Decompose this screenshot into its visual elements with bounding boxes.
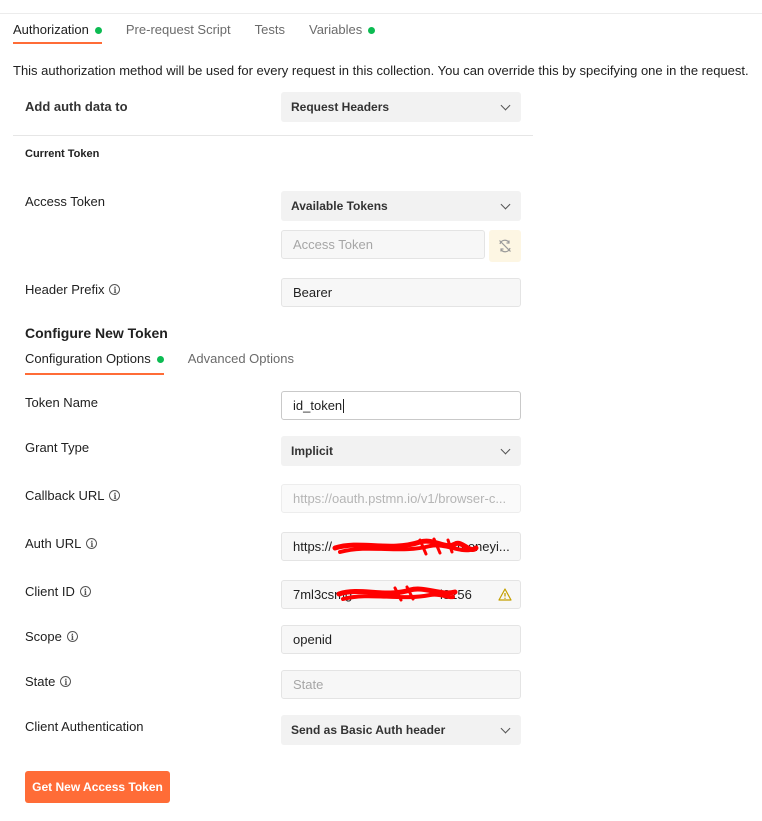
scope-label: Scope i <box>25 629 78 644</box>
configure-new-token-heading: Configure New Token <box>25 325 168 341</box>
token-name-value: id_token <box>293 398 343 413</box>
grant-type-label: Grant Type <box>25 440 90 455</box>
get-new-access-token-button[interactable]: Get New Access Token <box>25 771 170 803</box>
info-icon[interactable]: i <box>79 586 91 597</box>
tab-variables-label: Variables <box>309 22 363 37</box>
tab-tests[interactable]: Tests <box>255 22 285 44</box>
chevron-down-icon <box>500 100 511 111</box>
status-dot <box>368 27 376 34</box>
grant-type-select[interactable]: Implicit <box>281 436 521 466</box>
client-authentication-select[interactable]: Send as Basic Auth header <box>281 715 521 745</box>
info-icon[interactable]: i <box>66 631 78 642</box>
text-caret <box>343 398 345 413</box>
current-token-heading: Current Token <box>25 148 100 160</box>
tab-authorization-label: Authorization <box>13 22 89 37</box>
top-border <box>0 13 762 14</box>
chevron-down-icon <box>500 199 511 210</box>
client-authentication-value: Send as Basic Auth header <box>291 723 446 737</box>
auth-url-label-text: Auth URL <box>25 536 82 551</box>
client-id-label-text: Client ID <box>25 584 75 599</box>
token-name-input[interactable]: id_token <box>281 391 521 420</box>
callback-url-input[interactable]: https://oauth.pstmn.io/v1/browser-c... <box>281 484 521 513</box>
add-auth-select[interactable]: Request Headers <box>281 92 521 122</box>
tab-configuration-options-label: Configuration Options <box>25 351 151 366</box>
header-prefix-value: Bearer <box>293 285 333 300</box>
tab-pre-request-script-label: Pre-request Script <box>125 22 231 37</box>
section-divider <box>13 135 533 136</box>
auth-description: This authorization method will be used f… <box>13 63 749 78</box>
auth-url-value: https:// <box>293 539 333 554</box>
access-token-label: Access Token <box>25 194 105 209</box>
info-icon[interactable]: i <box>109 490 121 501</box>
chevron-down-icon <box>500 444 511 455</box>
header-prefix-label: Header Prefix i <box>25 282 121 297</box>
chevron-down-icon <box>500 723 511 734</box>
redaction-scribble <box>332 537 479 556</box>
status-dot <box>156 356 164 363</box>
header-prefix-label-text: Header Prefix <box>25 282 105 297</box>
collection-tabs: Authorization Pre-request Script Tests V… <box>13 22 399 44</box>
info-icon[interactable]: i <box>86 538 98 549</box>
add-auth-value: Request Headers <box>291 100 390 114</box>
callback-url-label-text: Callback URL <box>25 488 105 503</box>
grant-type-value: Implicit <box>291 444 334 458</box>
scope-value: openid <box>293 632 333 647</box>
access-token-input[interactable]: Access Token <box>281 230 485 259</box>
add-auth-label: Add auth data to <box>25 99 128 114</box>
sync-icon <box>499 239 511 253</box>
scope-label-text: Scope <box>25 629 62 644</box>
callback-url-value: https://oauth.pstmn.io/v1/browser-c... <box>293 491 507 506</box>
state-label-text: State <box>25 674 56 689</box>
configure-subtabs: Configuration Options Advanced Options <box>25 351 318 375</box>
status-dot <box>94 27 102 34</box>
tab-advanced-options-label: Advanced Options <box>187 351 294 366</box>
tab-advanced-options[interactable]: Advanced Options <box>188 351 294 375</box>
tab-pre-request-script[interactable]: Pre-request Script <box>126 22 231 44</box>
callback-url-label: Callback URL i <box>25 488 121 503</box>
tab-authorization[interactable]: Authorization <box>13 22 102 44</box>
tab-tests-label: Tests <box>254 22 285 37</box>
client-id-label: Client ID i <box>25 584 91 599</box>
available-tokens-value: Available Tokens <box>291 199 388 213</box>
get-new-access-token-label: Get New Access Token <box>32 780 163 794</box>
warning-icon <box>498 588 512 601</box>
access-token-placeholder: Access Token <box>293 237 373 252</box>
token-name-label: Token Name <box>25 395 98 410</box>
state-label: State i <box>25 674 72 689</box>
tab-configuration-options[interactable]: Configuration Options <box>25 351 164 375</box>
info-icon[interactable]: i <box>109 284 121 295</box>
auth-url-label: Auth URL i <box>25 536 98 551</box>
tab-variables[interactable]: Variables <box>309 22 376 44</box>
client-authentication-label: Client Authentication <box>25 719 144 734</box>
available-tokens-select[interactable]: Available Tokens <box>281 191 521 221</box>
redaction-scribble <box>336 585 458 602</box>
scope-input[interactable]: openid <box>281 625 521 654</box>
info-icon[interactable]: i <box>60 676 72 687</box>
state-input[interactable]: State <box>281 670 521 699</box>
header-prefix-input[interactable]: Bearer <box>281 278 521 307</box>
state-placeholder: State <box>293 677 324 692</box>
sync-token-button[interactable] <box>489 230 521 262</box>
